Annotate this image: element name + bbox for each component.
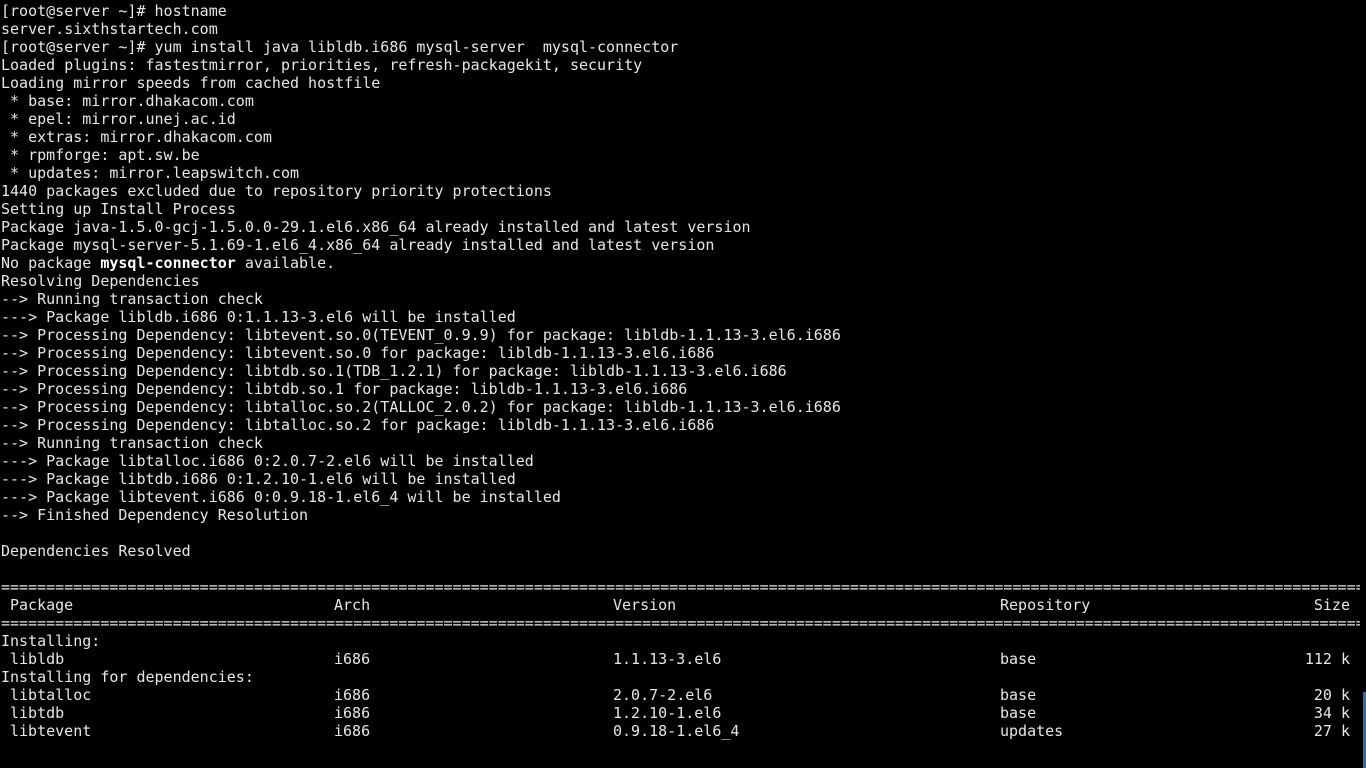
cell-version: 0.9.18-1.el6_4 <box>613 722 740 740</box>
installing-label: Installing: <box>1 632 101 650</box>
terminal-output-top: [root@server ~]# hostname server.sixthsta… <box>0 2 1366 254</box>
cell-package: libtalloc <box>10 686 92 704</box>
output-line: --> Processing Dependency: libtdb.so.1(T… <box>1 362 787 380</box>
cell-version: 1.2.10-1.el6 <box>613 704 722 722</box>
cell-repository: updates <box>1000 722 1064 740</box>
header-size: Size <box>1313 596 1350 614</box>
output-line: --> Finished Dependency Resolution <box>1 506 309 524</box>
output-line: Loaded plugins: fastestmirror, prioritie… <box>1 56 643 74</box>
output-line: 1440 packages excluded due to repository… <box>1 182 552 200</box>
output-line: --> Processing Dependency: libtdb.so.1 f… <box>1 380 688 398</box>
output-line: --> Processing Dependency: libtevent.so.… <box>1 344 715 362</box>
output-line: --> Processing Dependency: libtalloc.so.… <box>1 398 841 416</box>
cell-package: libldb <box>10 650 65 668</box>
output-line: Package mysql-server-5.1.69-1.el6_4.x86_… <box>1 236 715 254</box>
terminal-output-deps: Resolving Dependencies --> Running transa… <box>0 272 1366 578</box>
header-package: Package <box>10 596 74 614</box>
table-separator-top: ========================================… <box>1 578 1360 596</box>
output-line: --> Running transaction check <box>1 434 263 452</box>
output-line: --> Processing Dependency: libtalloc.so.… <box>1 416 715 434</box>
deps-label: Installing for dependencies: <box>1 668 254 686</box>
output-line: [root@server ~]# hostname <box>1 2 227 20</box>
no-package-suffix: available. <box>235 254 336 272</box>
header-arch: Arch <box>334 596 371 614</box>
output-line: --> Processing Dependency: libtevent.so.… <box>1 326 841 344</box>
table-header-row: Package Arch Version Repository Size <box>0 596 1366 614</box>
cell-repository: base <box>1000 650 1037 668</box>
cell-arch: i686 <box>334 650 371 668</box>
output-line: ---> Package libtevent.i686 0:0.9.18-1.e… <box>1 488 561 506</box>
cell-version: 1.1.13-3.el6 <box>613 650 722 668</box>
output-line: * base: mirror.dhakacom.com <box>1 92 254 110</box>
output-line: Resolving Dependencies <box>1 272 200 290</box>
output-line: ---> Package libtalloc.i686 0:2.0.7-2.el… <box>1 452 534 470</box>
output-line: ---> Package libtdb.i686 0:1.2.10-1.el6 … <box>1 470 516 488</box>
cell-arch: i686 <box>334 722 371 740</box>
output-line: * extras: mirror.dhakacom.com <box>1 128 272 146</box>
output-line: Dependencies Resolved <box>1 542 191 560</box>
installing-rows: libldb i686 1.1.13-3.el6 base 112 k <box>0 650 1366 668</box>
cell-size: 112 k <box>1304 650 1350 668</box>
output-line: Setting up Install Process <box>1 200 236 218</box>
no-package-line: No package mysql-connector available. <box>0 254 1366 272</box>
output-line: Package java-1.5.0-gcj-1.5.0.0-29.1.el6.… <box>1 218 751 236</box>
cell-arch: i686 <box>334 704 371 722</box>
cell-arch: i686 <box>334 686 371 704</box>
cell-size: 34 k <box>1313 704 1350 722</box>
cell-size: 27 k <box>1313 722 1350 740</box>
output-line: [root@server ~]# yum install java libldb… <box>1 38 679 56</box>
output-line: --> Running transaction check <box>1 290 263 308</box>
output-line: * epel: mirror.unej.ac.id <box>1 110 236 128</box>
output-line: Loading mirror speeds from cached hostfi… <box>1 74 381 92</box>
cell-package: libtevent <box>10 722 92 740</box>
table-separator-mid: ========================================… <box>1 614 1360 632</box>
table-row: libldb i686 1.1.13-3.el6 base 112 k <box>0 650 1366 668</box>
no-package-prefix: No package <box>1 254 101 272</box>
header-repository: Repository <box>1000 596 1091 614</box>
cell-package: libtdb <box>10 704 65 722</box>
header-version: Version <box>613 596 677 614</box>
table-row: libtdb i686 1.2.10-1.el6 base 34 k <box>0 704 1366 722</box>
cell-repository: base <box>1000 704 1037 722</box>
dependency-rows: libtalloc i686 2.0.7-2.el6 base 20 k libtdb i6… <box>0 686 1366 740</box>
output-line: ---> Package libldb.i686 0:1.1.13-3.el6 … <box>1 308 516 326</box>
cell-size: 20 k <box>1313 686 1350 704</box>
output-line: * rpmforge: apt.sw.be <box>1 146 200 164</box>
terminal-window[interactable]: [root@server ~]# hostname server.sixthsta… <box>0 0 1366 768</box>
cell-version: 2.0.7-2.el6 <box>613 686 713 704</box>
table-row: libtalloc i686 2.0.7-2.el6 base 20 k <box>0 686 1366 704</box>
no-package-name: mysql-connector <box>100 254 236 272</box>
output-line: server.sixthstartech.com <box>1 20 218 38</box>
output-line: * updates: mirror.leapswitch.com <box>1 164 300 182</box>
cell-repository: base <box>1000 686 1037 704</box>
table-row: libtevent i686 0.9.18-1.el6_4 updates 27 k <box>0 722 1366 740</box>
